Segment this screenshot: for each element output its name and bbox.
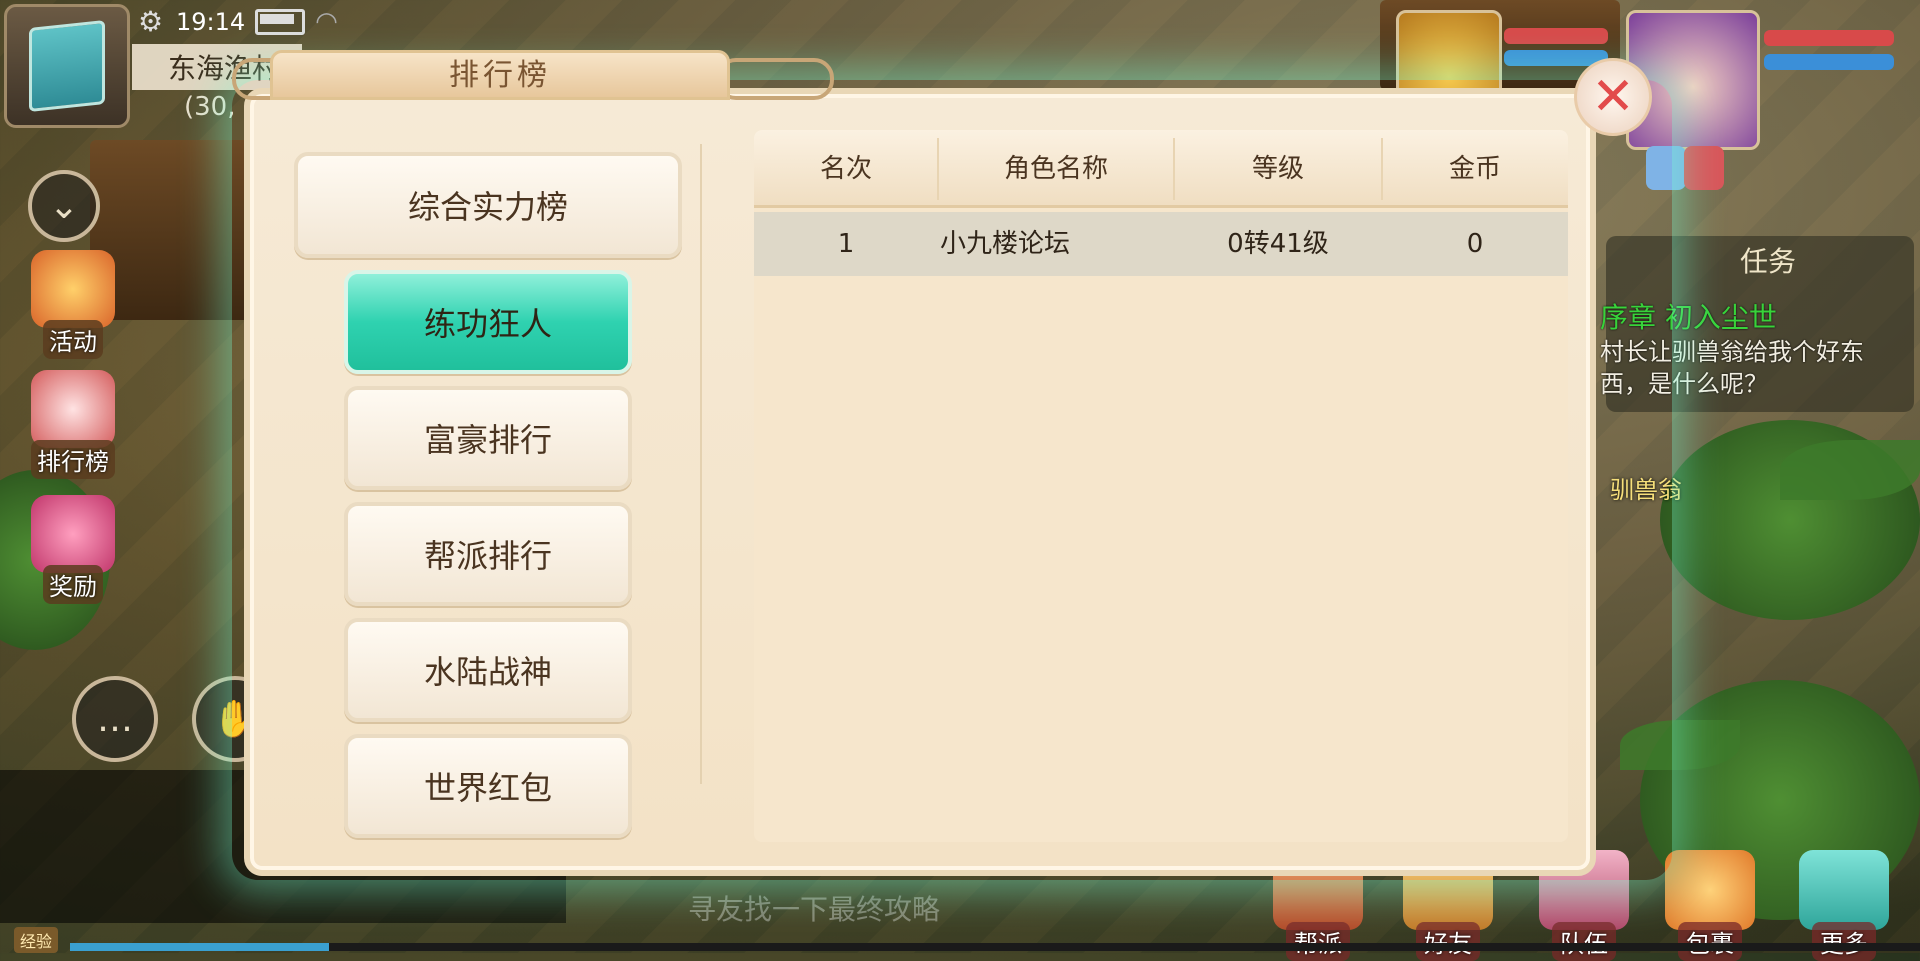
chat-button[interactable]: …: [72, 676, 158, 762]
gift-box-icon: [31, 495, 115, 573]
quest-header: 任务: [1739, 245, 1796, 278]
panel-divider: [700, 144, 702, 784]
column-header-rank: 名次: [819, 154, 872, 184]
pet-hp-bar: [1504, 28, 1608, 44]
ranking-button[interactable]: 排行榜: [20, 370, 126, 479]
bag-icon: [1665, 850, 1755, 930]
chevron-down-icon: ⌄: [48, 185, 80, 227]
guild-label: 帮派: [1286, 922, 1350, 961]
map-scroll-icon: [29, 20, 105, 112]
column-header-level: 等级: [1251, 154, 1304, 184]
row-rank: 1: [837, 229, 855, 259]
player-hp-bar: [1764, 30, 1894, 46]
category-label: 水陆战神: [423, 653, 552, 691]
clock-time: 19:14: [176, 8, 246, 36]
exp-bar: [70, 943, 1920, 951]
title-ornament-right: [716, 58, 834, 100]
scene-leaf: [1780, 440, 1920, 500]
reward-button[interactable]: 奖励: [20, 495, 126, 604]
activity-button[interactable]: 活动: [20, 250, 126, 359]
row-level: 0转41级: [1227, 229, 1329, 259]
category-overall-power[interactable]: 综合实力榜: [294, 152, 682, 258]
player-mp-bar: [1764, 54, 1894, 70]
red-potion-icon[interactable]: [1684, 146, 1724, 190]
ranking-scroll-icon: [31, 370, 115, 448]
exp-bar-fill: [70, 943, 329, 951]
dialog-title: 排行榜: [449, 58, 551, 93]
reward-label: 奖励: [43, 565, 103, 604]
row-name: 小九楼论坛: [940, 229, 1071, 259]
friends-label: 好友: [1416, 922, 1480, 961]
category-land-water-warlord[interactable]: 水陆战神: [344, 618, 632, 722]
bottom-hint-text: 寻友找一下最终攻略: [688, 893, 941, 926]
gear-icon[interactable]: ⚙: [138, 8, 166, 36]
column-header-name: 角色名称: [1003, 154, 1108, 184]
category-world-red-packet[interactable]: 世界红包: [344, 734, 632, 838]
category-label: 帮派排行: [423, 537, 552, 575]
category-label: 练功狂人: [423, 305, 552, 343]
collapse-menu-button[interactable]: ⌄: [28, 170, 100, 242]
category-guild-ranking[interactable]: 帮派排行: [344, 502, 632, 606]
status-row: ⚙ 19:14 ◠: [138, 4, 349, 40]
trumpet-icon: [31, 250, 115, 328]
chat-bubble-icon: …: [97, 698, 133, 740]
world-map-button[interactable]: [4, 4, 130, 128]
ranking-label: 排行榜: [31, 440, 115, 479]
category-training-maniac[interactable]: 练功狂人: [344, 270, 632, 374]
close-icon: ✕: [1591, 67, 1635, 127]
exp-label: 经验: [14, 927, 59, 953]
category-label: 世界红包: [423, 769, 552, 807]
category-label: 综合实力榜: [407, 188, 568, 226]
category-label: 富豪排行: [423, 421, 552, 459]
row-coins: 0: [1466, 229, 1484, 259]
column-header-coins: 金币: [1448, 154, 1501, 184]
battery-icon: [255, 9, 306, 35]
plus-icon: [1799, 850, 1889, 930]
more-label: 更多: [1812, 922, 1876, 961]
close-button[interactable]: ✕: [1574, 58, 1652, 136]
bag-label: 包裹: [1678, 922, 1742, 961]
activity-label: 活动: [43, 320, 103, 359]
wifi-icon: ◠: [315, 7, 338, 37]
team-label: 队伍: [1552, 922, 1616, 961]
category-wealth-ranking[interactable]: 富豪排行: [344, 386, 632, 490]
